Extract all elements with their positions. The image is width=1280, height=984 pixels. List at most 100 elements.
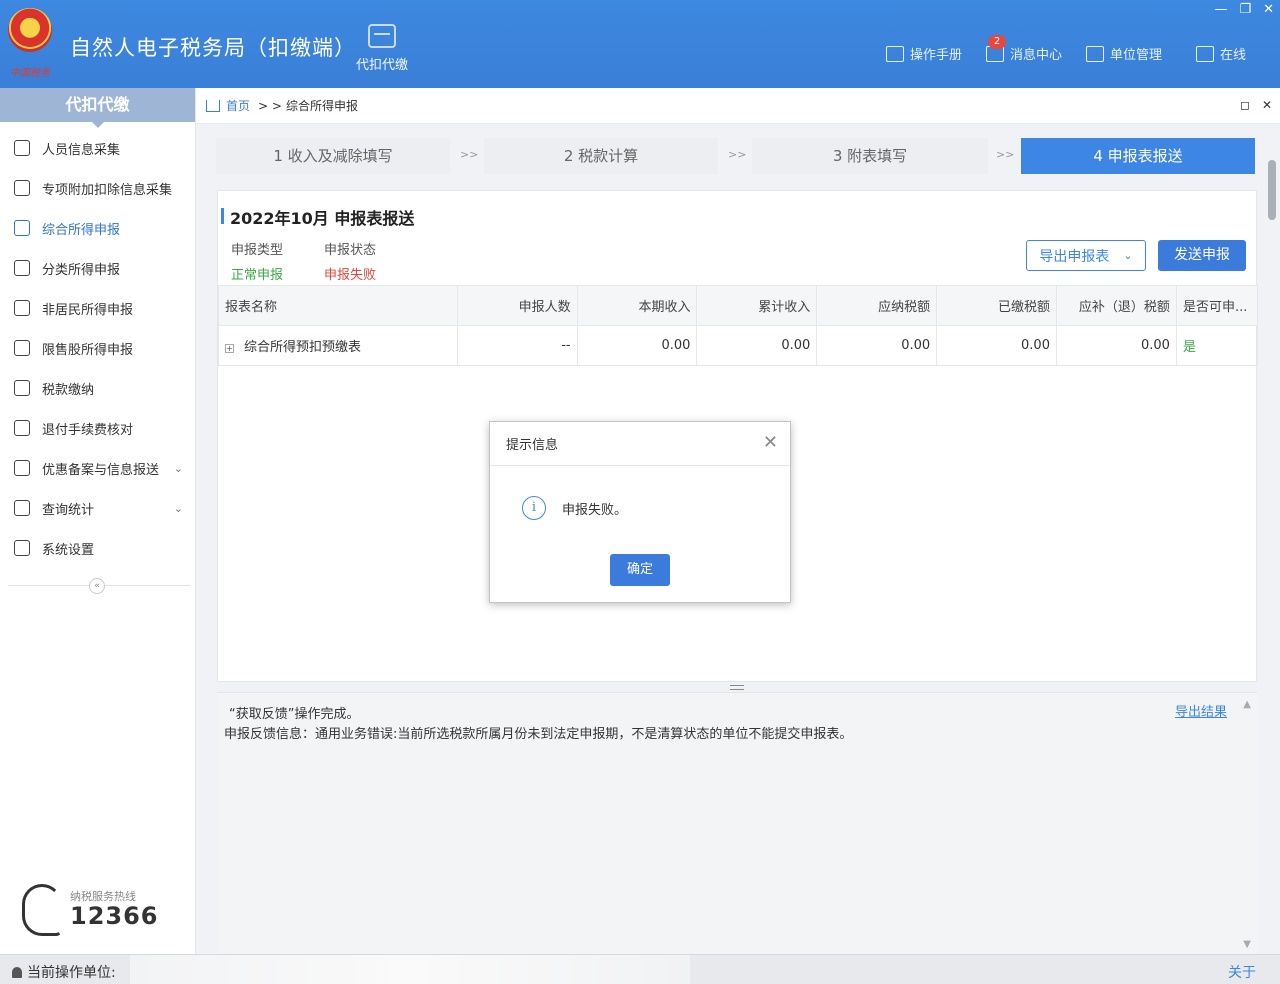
close-tab-icon[interactable]: ✕ [1262,98,1272,112]
table-cell: 0.00 [576,325,698,366]
send-declaration-button[interactable]: 发送申报 [1158,240,1246,271]
tab-controls: ◻ ✕ [1240,98,1272,112]
sidebar-item-nonresident[interactable]: 非居民所得申报 [0,288,195,328]
column-header[interactable]: 应纳税额 [816,285,938,326]
step-submit[interactable]: 4 申报表报送 [1021,138,1255,174]
expand-icon[interactable]: + [225,344,234,353]
app-header: 中国税务 自然人电子税务局（扣缴端） 代扣代缴 操作手册 消息中心 2 单位管理… [0,0,1280,88]
sidebar-item-label: 优惠备案与信息报送 [42,462,160,478]
manual-button[interactable]: 操作手册 [886,44,962,63]
app-title: 自然人电子税务局（扣缴端） [70,36,356,60]
column-header[interactable]: 是否可申... [1175,285,1259,326]
folder-icon [14,380,30,396]
sidebar-item-classified-income[interactable]: 分类所得申报 [0,248,195,288]
column-header[interactable]: 累计收入 [696,285,818,326]
result-feedback: 申报反馈信息：通用业务错误:当前所选税款所属月份未到法定申报期，不是清算状态的单… [224,727,853,742]
manual-label: 操作手册 [910,48,963,63]
unit-label: 单位管理 [1110,48,1163,63]
pane-splitter[interactable] [730,685,744,690]
sidebar-item-label: 人员信息采集 [42,142,121,158]
gear-icon [14,540,30,556]
document-icon [14,420,30,436]
step-attachments[interactable]: 3 附表填写 [752,138,988,174]
column-header[interactable]: 已缴税额 [936,285,1057,326]
dialog-title: 提示信息 [490,422,790,466]
close-icon[interactable]: ✕ [763,434,778,452]
unit-icon [1086,45,1104,62]
chevron-down-icon: ⌄ [173,501,183,515]
sidebar-item-preference-filing[interactable]: 优惠备案与信息报送 ⌄ [0,448,195,488]
table-header-row: 报表名称 申报人数 本期收入 累计收入 应纳税额 已缴税额 应补（退）税额 是否… [218,285,1259,326]
sidebar-item-special-deduction[interactable]: 专项附加扣除信息采集 [0,168,195,208]
sidebar: 代扣代缴 人员信息采集 专项附加扣除信息采集 综合所得申报 分类所得申报 非居民… [0,88,196,954]
export-result-link[interactable]: 导出结果 [1175,701,1227,720]
breadcrumb-current: 综合所得申报 [285,99,358,113]
tax-logo: 中国税务 [4,8,56,80]
declaration-status-value: 申报失败 [324,268,377,283]
result-pane: “获取反馈”操作完成。 申报反馈信息：通用业务错误:当前所选税款所属月份未到法定… [217,692,1257,954]
scroll-up-icon[interactable]: ▲ [1243,699,1251,710]
sidebar-item-tax-payment[interactable]: 税款缴纳 [0,368,195,408]
step-separator: >> [728,148,747,161]
scrollbar-thumb[interactable] [1268,160,1276,220]
chevron-down-icon: ⌄ [1123,249,1133,262]
sidebar-item-query-stats[interactable]: 查询统计 ⌄ [0,488,195,528]
layers-icon [14,220,30,236]
table-row[interactable]: + 综合所得预扣预缴表 -- 0.00 0.00 0.00 0.00 0.00 是 [218,325,1259,366]
step-income[interactable]: 1 收入及减除填写 [216,138,450,174]
hotline-number: 12366 [70,902,159,930]
breadcrumb-separator: > > [258,98,282,113]
sidebar-item-restricted-stock[interactable]: 限售股所得申报 [0,328,195,368]
collapse-sidebar-icon[interactable]: « [89,578,105,594]
report-table: 报表名称 申报人数 本期收入 累计收入 应纳税额 已缴税额 应补（退）税额 是否… [218,285,1259,366]
online-status-button[interactable]: 在线 [1196,44,1246,63]
column-header[interactable]: 申报人数 [456,285,578,326]
declaration-type-label: 申报类型 [231,243,284,258]
breadcrumb-home[interactable]: 首页 [226,97,250,114]
sidebar-item-comprehensive-income[interactable]: 综合所得申报 [0,208,195,248]
minimize-icon[interactable]: — [1214,2,1227,17]
message-label: 消息中心 [1010,48,1063,63]
column-header[interactable]: 报表名称 [218,285,458,326]
sidebar-item-label: 综合所得申报 [42,222,121,238]
close-window-icon[interactable]: ✕ [1263,2,1274,17]
table-cell: 0.00 [696,325,818,366]
about-link[interactable]: 关于 [1228,962,1256,982]
restore-icon[interactable]: ❐ [1239,2,1251,17]
status-bar: 当前操作单位: 关于 [0,954,1280,984]
message-badge: 2 [988,35,1006,49]
sidebar-item-label: 系统设置 [42,542,95,558]
sidebar-item-label: 专项附加扣除信息采集 [42,182,173,198]
sidebar-title: 代扣代缴 [0,88,195,128]
declaration-type-value: 正常申报 [231,268,284,283]
ok-button[interactable]: 确定 [610,554,670,586]
sidebar-item-fee-check[interactable]: 退付手续费核对 [0,408,195,448]
wallet-icon [368,24,396,48]
sidebar-item-personnel[interactable]: 人员信息采集 [0,128,195,168]
step-separator: >> [996,148,1015,161]
sidebar-item-settings[interactable]: 系统设置 [0,528,195,568]
column-header[interactable]: 本期收入 [576,285,698,326]
nav-module-withholding[interactable]: 代扣代缴 [352,24,412,73]
current-unit-text: 当前操作单位: [27,965,116,981]
info-dialog: 提示信息 ✕ i 申报失败。 确定 [489,421,791,603]
export-report-label: 导出申报表 [1039,248,1110,265]
person-icon [12,967,22,978]
export-report-button[interactable]: 导出申报表 ⌄ [1026,240,1146,271]
maximize-tab-icon[interactable]: ◻ [1240,98,1250,112]
breadcrumb: 首页 > > 综合所得申报 ◻ ✕ [196,88,1280,124]
user-icon [14,300,30,316]
step-tax-calc[interactable]: 2 税款计算 [484,138,718,174]
table-cell: -- [456,325,578,366]
manual-icon [886,45,904,62]
online-label: 在线 [1220,48,1247,63]
nav-module-label: 代扣代缴 [355,58,408,73]
scroll-down-icon[interactable]: ▼ [1243,939,1251,950]
logo-seal-text: 中国税务 [10,68,50,79]
column-header[interactable]: 应补（退）税额 [1055,285,1177,326]
table-cell: 0.00 [1055,325,1177,366]
table-cell: + 综合所得预扣预缴表 [218,325,458,366]
unit-management-button[interactable]: 单位管理 [1086,44,1162,63]
dialog-message: i 申报失败。 [522,496,627,520]
result-line: “获取反馈”操作完成。 [229,707,360,722]
